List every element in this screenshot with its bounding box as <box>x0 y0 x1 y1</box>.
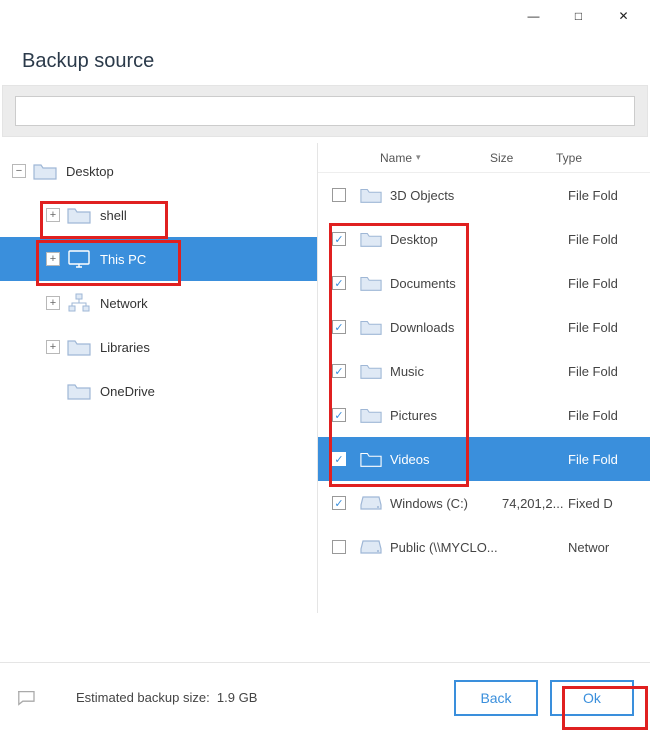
row-name: Downloads <box>390 320 502 335</box>
list-row[interactable]: Videos File Fold <box>318 437 650 481</box>
column-size[interactable]: Size <box>490 151 556 165</box>
row-checkbox[interactable] <box>332 496 346 510</box>
tree-item-label: Libraries <box>100 340 150 355</box>
expand-icon[interactable]: + <box>46 208 60 222</box>
list-row[interactable]: 3D Objects File Fold <box>318 173 650 217</box>
collapse-icon[interactable]: − <box>12 164 26 178</box>
sort-caret-icon: ▾ <box>416 152 421 163</box>
row-name: 3D Objects <box>390 188 502 203</box>
row-type: File Fold <box>568 320 650 335</box>
row-name: Music <box>390 364 502 379</box>
tree-item-label: Desktop <box>66 164 114 179</box>
row-checkbox[interactable] <box>332 320 346 334</box>
tree-item-libraries[interactable]: + Libraries <box>0 325 317 369</box>
row-checkbox[interactable] <box>332 452 346 466</box>
search-wrap <box>2 85 648 137</box>
folder-tree: − Desktop + shell + This PC + Network + Libraries… <box>0 143 318 613</box>
folder-icon <box>66 205 92 225</box>
row-size: 74,201,2... <box>502 496 568 511</box>
expand-icon[interactable]: + <box>46 252 60 266</box>
row-name: Documents <box>390 276 502 291</box>
tree-item-desktop[interactable]: − Desktop <box>0 149 317 193</box>
row-type: Networ <box>568 540 650 555</box>
expand-icon[interactable]: + <box>46 340 60 354</box>
list-row[interactable]: Pictures File Fold <box>318 393 650 437</box>
drive-icon <box>360 494 382 512</box>
column-type[interactable]: Type <box>556 151 650 165</box>
monitor-icon <box>66 249 92 269</box>
folder-icon <box>360 230 382 248</box>
network-icon <box>66 293 92 313</box>
footer: Estimated backup size: 1.9 GB Back Ok <box>0 662 650 732</box>
tree-item-thispc[interactable]: + This PC <box>0 237 317 281</box>
row-type: File Fold <box>568 276 650 291</box>
row-type: File Fold <box>568 364 650 379</box>
tree-item-onedrive[interactable]: OneDrive <box>0 369 317 413</box>
folder-icon <box>360 186 382 204</box>
window-titlebar: — □ ✕ <box>0 0 650 32</box>
expand-icon[interactable]: + <box>46 296 60 310</box>
row-name: Videos <box>390 452 502 467</box>
maximize-button[interactable]: □ <box>556 2 601 30</box>
list-header: Name▾ Size Type <box>318 143 650 173</box>
folder-icon <box>360 406 382 424</box>
row-checkbox[interactable] <box>332 188 346 202</box>
folder-icon <box>360 318 382 336</box>
row-checkbox[interactable] <box>332 232 346 246</box>
folder-icon <box>360 450 382 468</box>
drive-icon <box>360 538 382 556</box>
row-type: File Fold <box>568 452 650 467</box>
row-checkbox[interactable] <box>332 408 346 422</box>
tree-item-label: shell <box>100 208 127 223</box>
list-row[interactable]: Documents File Fold <box>318 261 650 305</box>
row-type: File Fold <box>568 408 650 423</box>
list-row[interactable]: Music File Fold <box>318 349 650 393</box>
row-name: Desktop <box>390 232 502 247</box>
list-row[interactable]: Desktop File Fold <box>318 217 650 261</box>
row-type: File Fold <box>568 188 650 203</box>
close-button[interactable]: ✕ <box>601 2 646 30</box>
tree-item-label: OneDrive <box>100 384 155 399</box>
page-title: Backup source <box>0 32 650 85</box>
back-button[interactable]: Back <box>454 680 538 716</box>
row-type: File Fold <box>568 232 650 247</box>
row-name: Public (\\MYCLO... <box>390 540 502 555</box>
row-checkbox[interactable] <box>332 364 346 378</box>
folder-icon <box>66 337 92 357</box>
tree-item-label: Network <box>100 296 148 311</box>
ok-button[interactable]: Ok <box>550 680 634 716</box>
search-input[interactable] <box>15 96 635 126</box>
folder-icon <box>360 274 382 292</box>
folder-icon <box>32 161 58 181</box>
row-name: Windows (C:) <box>390 496 502 511</box>
list-row[interactable]: Windows (C:)74,201,2...Fixed D <box>318 481 650 525</box>
row-name: Pictures <box>390 408 502 423</box>
list-row[interactable]: Public (\\MYCLO... Networ <box>318 525 650 569</box>
list-row[interactable]: Downloads File Fold <box>318 305 650 349</box>
minimize-button[interactable]: — <box>511 2 556 30</box>
tree-item-label: This PC <box>100 252 146 267</box>
file-list: Name▾ Size Type 3D ObjectsFile FoldDeskt… <box>318 143 650 613</box>
row-type: Fixed D <box>568 496 650 511</box>
tree-item-shell[interactable]: + shell <box>0 193 317 237</box>
comment-icon[interactable] <box>16 690 36 706</box>
estimate-text: Estimated backup size: 1.9 GB <box>76 690 257 705</box>
tree-item-network[interactable]: + Network <box>0 281 317 325</box>
folder-icon <box>66 381 92 401</box>
row-checkbox[interactable] <box>332 276 346 290</box>
folder-icon <box>360 362 382 380</box>
row-checkbox[interactable] <box>332 540 346 554</box>
column-name[interactable]: Name▾ <box>380 151 490 165</box>
